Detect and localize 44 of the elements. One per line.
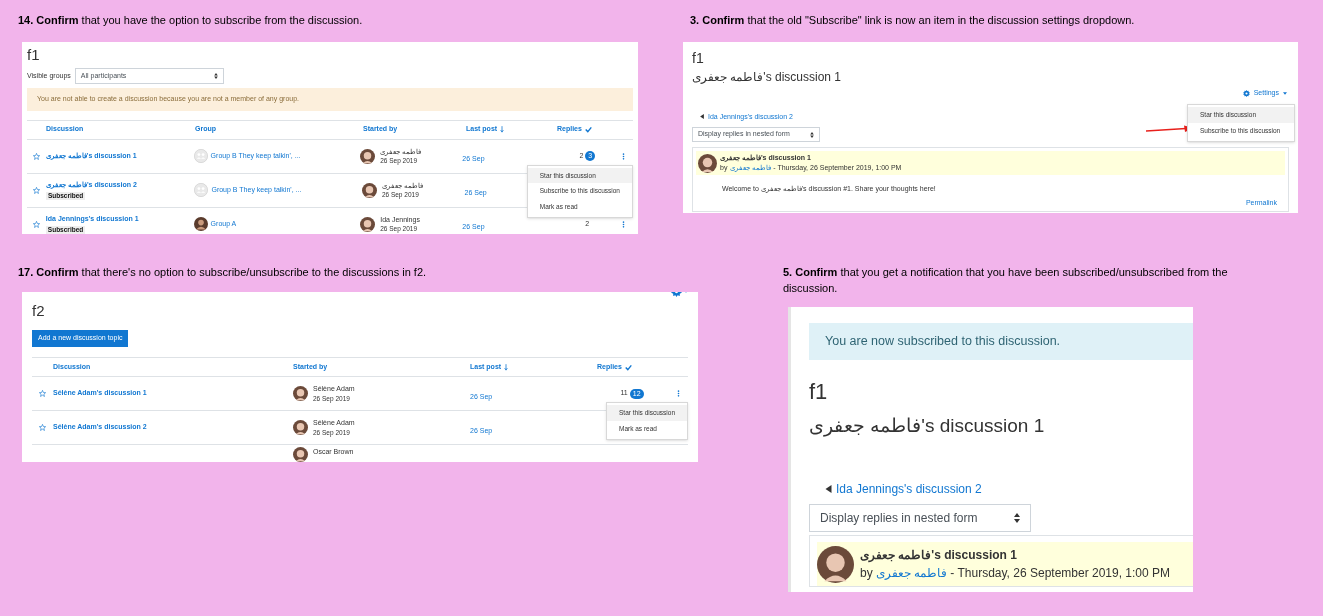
post-subject: فاطمه جعفری's discussion 1 xyxy=(860,547,1018,564)
avatar-icon xyxy=(360,148,376,164)
author-link[interactable]: فاطمه جعفری xyxy=(875,564,948,582)
forum-title: f2 xyxy=(32,302,45,320)
display-mode-select[interactable]: Display replies in nested form xyxy=(809,504,1031,532)
caret-icon xyxy=(1283,91,1287,95)
avatar-icon xyxy=(293,386,308,401)
previous-icon xyxy=(825,485,832,493)
by-label: by xyxy=(860,565,873,582)
avatar-icon xyxy=(360,216,376,232)
more-icon[interactable] xyxy=(622,220,625,228)
step-instruction: 3. Confirm that the old "Subscribe" link is now an item in the discussion settings dropdown. xyxy=(690,13,1136,28)
sort-arrow-icon xyxy=(504,363,509,371)
gear-icon xyxy=(1242,89,1250,97)
avatar-icon xyxy=(817,545,854,583)
step-instruction: 17. Confirm that there's no option to subscribe/unsubscribe to the discussions in f2. xyxy=(18,265,428,280)
updown-icon xyxy=(810,131,814,138)
updown-icon xyxy=(1014,513,1020,523)
star-icon[interactable] xyxy=(39,390,46,397)
check-icon xyxy=(584,126,592,133)
previous-icon xyxy=(700,114,704,120)
avatar-icon xyxy=(361,182,377,198)
notice-text: You are now subscribed to this discussion. xyxy=(825,333,1061,351)
more-icon[interactable] xyxy=(677,390,680,397)
more-icon[interactable] xyxy=(622,152,625,160)
updown-icon xyxy=(213,73,218,79)
discussion-heading: فاطمه جعفری's discussion 1 xyxy=(809,414,1045,438)
step-instruction: 14. Confirm that you have the option to subscribe from the discussion. xyxy=(18,13,364,28)
star-icon[interactable] xyxy=(32,186,40,194)
star-icon[interactable] xyxy=(39,424,46,431)
star-icon[interactable] xyxy=(32,220,40,228)
post-date: - Thursday, 26 September 2019, 1:00 PM xyxy=(949,565,1171,582)
forum-title: f1 xyxy=(692,49,704,67)
discussion-heading: فاطمه جعفری's discussion 1 xyxy=(692,69,841,85)
previous-discussion-link[interactable]: Ida Jennings's discussion 2 xyxy=(836,480,982,498)
step-instruction: 5. Confirm that you get a notification that you have been subscribed/unsubscribed from the discussion. xyxy=(783,265,1229,296)
avatar-icon xyxy=(293,420,308,435)
star-icon[interactable] xyxy=(32,152,40,160)
check-icon xyxy=(624,363,632,371)
avatar-icon xyxy=(698,153,717,173)
forum-title: f1 xyxy=(27,46,40,64)
forum-title: f1 xyxy=(809,379,828,405)
sort-arrow-icon xyxy=(500,126,505,133)
avatar-icon xyxy=(293,447,308,462)
